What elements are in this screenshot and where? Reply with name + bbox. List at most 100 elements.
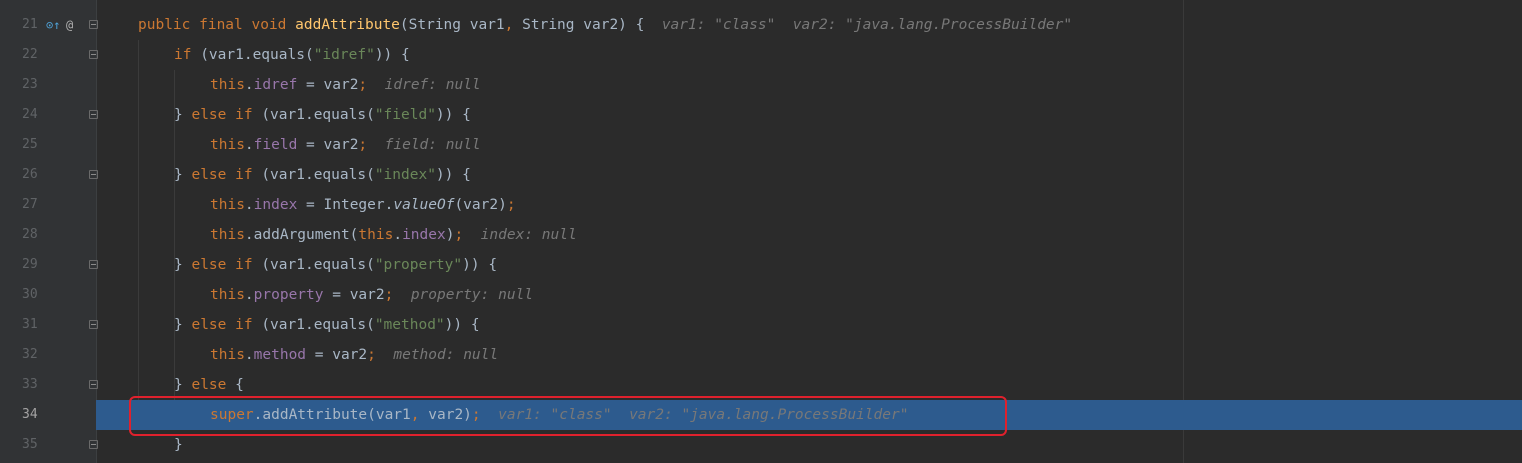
code-token: "field": [374, 107, 436, 123]
code-text: } else if (var1.equals("property")) {: [174, 250, 497, 280]
fold-icon[interactable]: [89, 440, 98, 449]
code-token: else: [191, 377, 236, 393]
inline-debug-value: index: null: [480, 227, 577, 243]
code-token: "property": [374, 257, 463, 273]
code-token: (String var1: [399, 17, 505, 33]
code-token: (var1.equals(: [200, 47, 314, 63]
fold-icon[interactable]: [89, 380, 98, 389]
fold-icon[interactable]: [89, 320, 98, 329]
code-token: valueOf: [393, 197, 455, 213]
code-text: } else if (var1.equals("field")) {: [174, 100, 471, 130]
code-token: ;: [454, 227, 464, 243]
code-token: ;: [506, 197, 516, 213]
code-token: ;: [367, 347, 376, 363]
code-token: property: [253, 287, 324, 303]
code-token: "method": [374, 317, 445, 333]
code-token: ;: [358, 137, 368, 153]
code-token: this: [210, 197, 245, 213]
code-token: String var2) {: [522, 17, 662, 33]
inline-debug-value: method: null: [393, 347, 499, 363]
code-token: if: [174, 47, 201, 63]
code-token: )) {: [444, 317, 480, 333]
code-token: "idref": [313, 47, 375, 63]
code-token: (var1.equals(: [261, 317, 375, 333]
code-token: field: [253, 137, 298, 153]
code-token: .: [244, 77, 254, 93]
code-editor[interactable]: 21 ⊙↑ @ public final void addAttribute(Stri…: [0, 0, 1522, 463]
inline-debug-value: field: null: [384, 137, 481, 153]
code-token: (var1.equals(: [261, 257, 375, 273]
code-line[interactable]: 30 this.property = var2; property: null: [0, 280, 1522, 310]
code-line[interactable]: 26} else if (var1.equals("index")) {: [0, 160, 1522, 190]
line-number: 25: [22, 137, 38, 152]
code-token: = var2: [323, 287, 385, 303]
code-token: {: [235, 377, 244, 393]
code-token: .: [244, 197, 254, 213]
code-line[interactable]: 27 this.index = Integer.valueOf(var2);: [0, 190, 1522, 220]
fold-icon[interactable]: [89, 50, 98, 59]
code-token: (var1.equals(: [261, 167, 375, 183]
code-token: (var1.equals(: [261, 107, 375, 123]
fold-icon[interactable]: [89, 110, 98, 119]
code-token: = var2: [306, 347, 368, 363]
code-line[interactable]: 23 this.idref = var2; idref: null: [0, 70, 1522, 100]
code-token: }: [174, 167, 192, 183]
code-line[interactable]: 24 } else if (var1.equals("field")) {: [0, 100, 1522, 130]
code-token: (var2): [454, 197, 507, 213]
line-number: 30: [22, 287, 38, 302]
code-token: ;: [358, 77, 368, 93]
code-token: }: [174, 257, 192, 273]
line-number: 24: [22, 107, 38, 122]
code-line[interactable]: 21 ⊙↑ @ public final void addAttribute(Stri…: [0, 10, 1522, 40]
line-number: 32: [22, 347, 38, 362]
code-line[interactable]: 25 this.field = var2; field: null: [0, 130, 1522, 160]
code-text: public final void addAttribute(String va…: [138, 10, 1072, 40]
code-token: ,: [504, 17, 523, 33]
inline-debug-value: idref: null: [384, 77, 481, 93]
line-number: 34: [22, 407, 38, 422]
code-token: this: [210, 347, 245, 363]
code-token: )) {: [462, 257, 498, 273]
code-line[interactable]: 31} else if (var1.equals("method")) {: [0, 310, 1522, 340]
highlight-box: [129, 396, 1007, 436]
fold-icon[interactable]: [89, 260, 98, 269]
code-text: } else if (var1.equals("index")) {: [174, 160, 471, 190]
code-token: method: [253, 347, 307, 363]
code-text: this.addArgument(this.index); index: nul…: [210, 220, 577, 250]
code-token: this: [210, 227, 245, 243]
code-token: }: [174, 107, 192, 123]
code-text: this.index = Integer.valueOf(var2);: [210, 190, 516, 220]
code-token: idref: [253, 77, 298, 93]
line-number: 33: [22, 377, 38, 392]
code-line[interactable]: 32 this.method = var2; method: null: [0, 340, 1522, 370]
code-token: )) {: [374, 47, 410, 63]
code-token: = Integer.: [297, 197, 394, 213]
override-icon[interactable]: ⊙↑: [46, 18, 60, 32]
code-token: .addArgument(: [244, 227, 359, 243]
code-token: this: [210, 287, 245, 303]
code-line[interactable]: 29 } else if (var1.equals("property")) {: [0, 250, 1522, 280]
code-line[interactable]: 22 if (var1.equals("idref")) {: [0, 40, 1522, 70]
code-token: .: [393, 227, 403, 243]
code-token: index: [253, 197, 298, 213]
line-number: 29: [22, 257, 38, 272]
line-number: 27: [22, 197, 38, 212]
fold-icon[interactable]: [89, 20, 98, 29]
code-token: = var2: [297, 77, 359, 93]
code-line[interactable]: 28 this.addArgument(this.index); index: n…: [0, 220, 1522, 250]
inline-debug-value: property: null: [410, 287, 534, 303]
code-token: else if: [191, 317, 262, 333]
code-token: }: [174, 377, 192, 393]
code-token: addAttribute: [295, 17, 400, 33]
code-token: this: [210, 77, 245, 93]
code-token: .: [244, 347, 254, 363]
annotation-icon[interactable]: @: [66, 18, 73, 32]
code-text: this.field = var2; field: null: [210, 130, 481, 160]
fold-icon[interactable]: [89, 170, 98, 179]
line-number: 28: [22, 227, 38, 242]
